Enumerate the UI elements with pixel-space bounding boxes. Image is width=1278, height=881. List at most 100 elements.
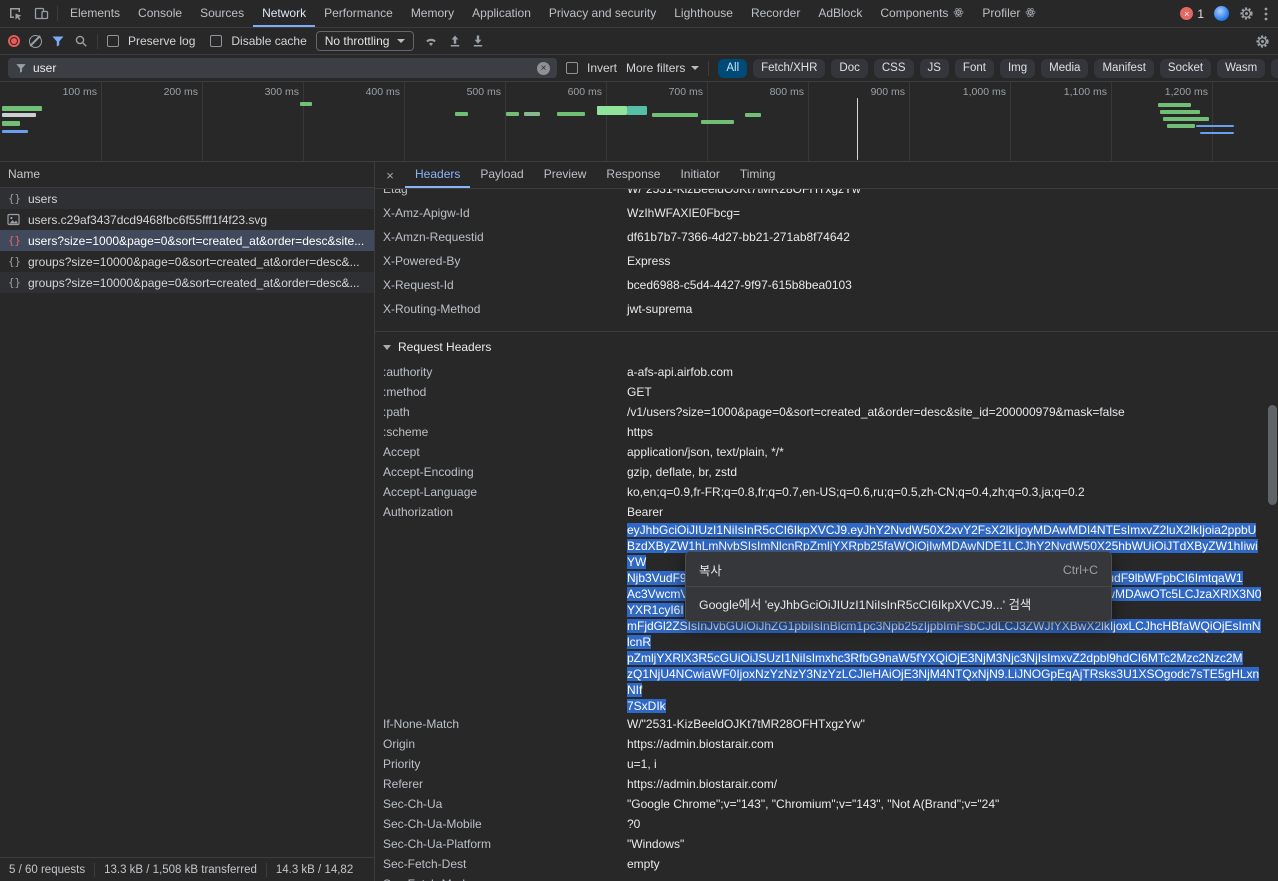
chip-css[interactable]: CSS	[874, 59, 914, 78]
request-row[interactable]: {} groups?size=10000&page=0&sort=created…	[0, 272, 374, 293]
record-icon[interactable]	[8, 35, 20, 47]
tab-preview[interactable]: Preview	[534, 162, 597, 188]
vertical-scrollbar-thumb[interactable]	[1268, 405, 1277, 505]
tab-performance[interactable]: Performance	[315, 0, 402, 27]
tab-privacy-and-security[interactable]: Privacy and security	[540, 0, 665, 27]
header-row: Sec-Fetch-Mode cors	[375, 874, 1278, 881]
network-filter-bar: × Invert More filters All Fetch/XHR Doc …	[0, 55, 1278, 82]
context-menu-copy[interactable]: 복사 Ctrl+C	[686, 557, 1111, 582]
token-line: eyJhbGciOiJIUzI1NiIsInR5cCI6IkpXVCJ9.eyJ…	[627, 522, 1262, 538]
tab-adblock[interactable]: AdBlock	[809, 0, 871, 27]
request-row[interactable]: {} users	[0, 188, 374, 209]
chip-doc[interactable]: Doc	[831, 59, 867, 78]
header-name: :method	[375, 382, 627, 402]
chip-all[interactable]: All	[718, 59, 747, 78]
selected-token-text: eyJhbGciOiJIUzI1NiIsInR5cCI6IkpXVCJ9.eyJ…	[627, 523, 1256, 537]
header-value: cors	[627, 874, 1278, 881]
timeline-tick: 1,200 ms	[1138, 86, 1208, 98]
header-row: :scheme https	[375, 422, 1278, 442]
status-transferred: 13.3 kB / 1,508 kB transferred	[95, 863, 267, 877]
tab-timing[interactable]: Timing	[730, 162, 786, 188]
throttling-value: No throttling	[325, 34, 390, 48]
chip-media[interactable]: Media	[1041, 59, 1088, 78]
timeline-gridline	[1111, 82, 1112, 161]
waterfall-bar	[652, 113, 698, 117]
chip-socket[interactable]: Socket	[1160, 59, 1211, 78]
tab-initiator[interactable]: Initiator	[670, 162, 729, 188]
tab-elements[interactable]: Elements	[61, 0, 129, 27]
device-toolbar-icon[interactable]	[28, 0, 54, 27]
search-icon[interactable]	[74, 34, 88, 48]
request-row[interactable]: {} groups?size=10000&page=0&sort=created…	[0, 251, 374, 272]
header-value: GET	[627, 382, 1278, 402]
divider	[57, 6, 58, 21]
clear-filter-icon[interactable]: ×	[537, 62, 550, 75]
gear-icon[interactable]	[1255, 34, 1270, 49]
chip-label: CSS	[882, 62, 906, 74]
chip-other[interactable]: Other	[1271, 59, 1278, 78]
chip-label: Wasm	[1225, 62, 1257, 74]
chip-wasm[interactable]: Wasm	[1217, 59, 1265, 78]
tab-memory[interactable]: Memory	[402, 0, 463, 27]
tab-recorder[interactable]: Recorder	[742, 0, 809, 27]
tab-payload[interactable]: Payload	[470, 162, 533, 188]
network-overview-timeline[interactable]: 100 ms 200 ms 300 ms 400 ms 500 ms 600 m…	[0, 82, 1278, 162]
close-icon[interactable]: ×	[375, 162, 405, 188]
status-request-count: 5 / 60 requests	[0, 863, 95, 877]
preserve-log-checkbox[interactable]	[107, 35, 119, 47]
export-har-icon[interactable]	[471, 34, 485, 48]
gear-icon[interactable]	[1239, 6, 1254, 21]
tab-network[interactable]: Network	[253, 0, 315, 27]
filter-input-box[interactable]: ×	[8, 58, 557, 78]
tab-application[interactable]: Application	[463, 0, 540, 27]
chip-js[interactable]: JS	[920, 59, 949, 78]
header-row: :authority a-afs-api.airfob.com	[375, 362, 1278, 382]
chip-img[interactable]: Img	[1000, 59, 1035, 78]
import-har-icon[interactable]	[448, 34, 462, 48]
header-row: Origin https://admin.biostarair.com	[375, 734, 1278, 754]
extension-icon[interactable]	[1214, 6, 1229, 21]
header-value: "Windows"	[627, 834, 1278, 854]
chip-fetch-xhr[interactable]: Fetch/XHR	[753, 59, 825, 78]
filter-input[interactable]	[33, 61, 531, 75]
chip-manifest[interactable]: Manifest	[1094, 59, 1153, 78]
disable-cache-checkbox[interactable]	[210, 35, 222, 47]
invert-checkbox[interactable]	[566, 62, 578, 74]
network-conditions-icon[interactable]	[423, 33, 439, 49]
throttling-select[interactable]: No throttling	[316, 31, 415, 51]
header-name: If-None-Match	[375, 714, 627, 734]
header-name: Authorization	[375, 502, 627, 714]
tab-components[interactable]: Components	[871, 0, 973, 27]
request-headers-section-header[interactable]: Request Headers	[375, 332, 1278, 362]
clear-icon[interactable]	[29, 35, 42, 48]
header-value: ?0	[627, 814, 1278, 834]
request-row[interactable]: users.c29af3437dcd9468fbc6f55fff1f4f23.s…	[0, 209, 374, 230]
tab-profiler[interactable]: Profiler	[973, 0, 1045, 27]
error-count-badge[interactable]: × 1	[1180, 7, 1204, 21]
tab-sources[interactable]: Sources	[191, 0, 253, 27]
waterfall-bar	[1200, 132, 1234, 134]
waterfall-bar	[2, 130, 28, 133]
tab-lighthouse[interactable]: Lighthouse	[665, 0, 742, 27]
more-menu-icon[interactable]	[1264, 7, 1268, 21]
request-row-selected[interactable]: {} users?size=1000&page=0&sort=created_a…	[0, 230, 374, 251]
tab-headers[interactable]: Headers	[405, 162, 470, 188]
waterfall-bar	[524, 112, 540, 116]
waterfall-bar	[1163, 117, 1209, 121]
header-row: X-Amzn-Requestid df61b7b7-7366-4d27-bb21…	[375, 225, 1278, 249]
context-menu-search-google[interactable]: Google에서 'eyJhbGciOiJIUzI1NiIsInR5cCI6Ik…	[686, 591, 1111, 616]
timeline-gridline	[808, 82, 809, 161]
copy-shortcut: Ctrl+C	[1033, 563, 1098, 577]
request-name: users.c29af3437dcd9468fbc6f55fff1f4f23.s…	[28, 213, 267, 227]
header-value: empty	[627, 854, 1278, 874]
chip-font[interactable]: Font	[955, 59, 994, 78]
name-column-header[interactable]: Name	[0, 162, 374, 188]
tab-response[interactable]: Response	[596, 162, 670, 188]
filter-funnel-icon[interactable]	[51, 34, 65, 48]
error-count-icon: ×	[1180, 7, 1193, 20]
divider	[97, 34, 98, 49]
tab-console[interactable]: Console	[129, 0, 191, 27]
inspect-cursor-icon[interactable]	[2, 0, 28, 27]
header-row: Sec-Ch-Ua-Mobile ?0	[375, 814, 1278, 834]
more-filters-button[interactable]: More filters	[626, 61, 699, 75]
